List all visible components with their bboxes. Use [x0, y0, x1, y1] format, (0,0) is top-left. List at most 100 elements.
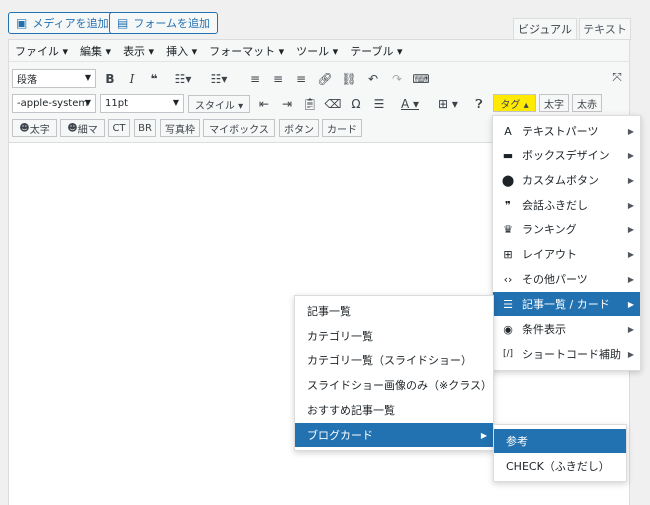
- clear-format-icon[interactable]: ⌫: [325, 95, 342, 113]
- blog-card-label: 参考: [506, 435, 528, 448]
- eye-icon: ◉: [503, 322, 513, 336]
- menu-table[interactable]: テーブル ▾: [350, 43, 402, 59]
- tag-menu: A テキストパーツ ▶ ▬ ボックスデザイン ▶ ⬤ カスタムボタン ▶ ❞ 会…: [492, 115, 641, 371]
- menu-format[interactable]: フォーマット ▾: [209, 43, 284, 59]
- bold-marker-button[interactable]: ☻ 太字: [12, 119, 57, 137]
- font-size-value: 11pt: [105, 98, 128, 109]
- my-box-label: マイボックス: [209, 124, 269, 136]
- box-icon: ▬: [502, 148, 514, 162]
- menu-view[interactable]: 表示 ▾: [123, 43, 154, 59]
- media-icon: ▣: [16, 16, 28, 30]
- chevron-down-icon: ▼: [84, 73, 91, 82]
- menubar: ファイル ▾ 編集 ▾ 表示 ▾ 挿入 ▾ フォーマット ▾ ツール ▾ テーブ…: [9, 40, 629, 62]
- add-media-label: メディアを追加: [32, 17, 109, 30]
- align-left-icon[interactable]: ≡: [247, 70, 263, 88]
- keyboard-icon[interactable]: ⌨: [412, 70, 429, 88]
- card-button[interactable]: カード: [322, 119, 362, 137]
- menu-file[interactable]: ファイル ▾: [15, 43, 68, 59]
- thin-marker-label: 細マ: [77, 124, 98, 136]
- submenu-item-recommended[interactable]: おすすめ記事一覧: [295, 398, 493, 422]
- bold-icon[interactable]: B: [102, 70, 118, 88]
- horizontal-line-icon[interactable]: ☰: [371, 95, 387, 113]
- tag-menu-label: その他パーツ: [522, 273, 588, 286]
- button-insert-button[interactable]: ボタン: [279, 119, 319, 137]
- thin-marker-button[interactable]: ☻ 細マ: [60, 119, 105, 137]
- tag-menu-item-ranking[interactable]: ♛ ランキング ▶: [493, 217, 640, 241]
- tag-menu-item-other-parts[interactable]: ‹› その他パーツ ▶: [493, 267, 640, 291]
- menu-tools[interactable]: ツール ▾: [296, 43, 338, 59]
- paste-text-icon[interactable]: 📋︎: [302, 95, 318, 113]
- tag-menu-item-layout[interactable]: ⊞ レイアウト ▶: [493, 242, 640, 266]
- submenu-item-article-list[interactable]: 記事一覧: [295, 299, 493, 323]
- font-family-select[interactable]: -apple-system ▼: [12, 94, 96, 113]
- tag-menu-label: ランキング: [522, 223, 577, 236]
- blog-card-item-reference[interactable]: 参考: [494, 429, 626, 453]
- chevron-right-icon: ▶: [627, 224, 634, 234]
- article-list-submenu: 記事一覧 カテゴリ一覧 カテゴリ一覧（スライドショー） スライドショー画像のみ（…: [294, 295, 494, 451]
- style-button[interactable]: スタイル ▾: [188, 95, 250, 113]
- tag-menu-label: レイアウト: [522, 248, 577, 261]
- submenu-label: 記事一覧: [307, 305, 351, 318]
- chevron-right-icon: ▶: [480, 430, 487, 440]
- chevron-right-icon: ▶: [627, 200, 634, 210]
- link-icon[interactable]: 🔗︎: [317, 70, 333, 88]
- tag-button[interactable]: タグ ▴: [493, 94, 536, 112]
- tag-menu-label: ボックスデザイン: [522, 149, 610, 162]
- submenu-label: カテゴリ一覧: [307, 330, 373, 343]
- text-color-icon[interactable]: A ▾: [395, 95, 425, 113]
- bullet-list-icon[interactable]: ☷▾: [169, 70, 197, 88]
- tag-menu-item-speech-bubble[interactable]: ❞ 会話ふきだし ▶: [493, 193, 640, 217]
- tab-visual[interactable]: ビジュアル: [513, 18, 577, 40]
- br-button[interactable]: BR: [134, 119, 156, 137]
- my-box-button[interactable]: マイボックス: [203, 119, 275, 137]
- ct-button[interactable]: CT: [108, 119, 130, 137]
- bold-tag-button[interactable]: 太字: [539, 94, 569, 112]
- submenu-item-blog-card[interactable]: ブログカード ▶: [295, 423, 493, 447]
- submenu-item-category-list[interactable]: カテゴリ一覧: [295, 324, 493, 348]
- tag-menu-item-article-list-card[interactable]: ☰ 記事一覧 / カード ▶: [493, 292, 640, 316]
- submenu-item-slideshow-images[interactable]: スライドショー画像のみ（※クラス）: [295, 373, 493, 397]
- italic-icon[interactable]: I: [124, 70, 140, 88]
- blog-card-item-check[interactable]: CHECK（ふきだし）: [494, 454, 626, 478]
- submenu-label: おすすめ記事一覧: [307, 404, 395, 417]
- fullscreen-icon[interactable]: ⤧: [609, 68, 625, 86]
- add-form-label: フォームを追加: [133, 17, 211, 30]
- tag-button-label: タグ ▴: [500, 99, 529, 111]
- card-label: カード: [327, 124, 357, 136]
- add-form-button[interactable]: ▤ フォームを追加: [109, 12, 219, 34]
- toggle-icon: ⬤: [501, 173, 515, 187]
- outdent-icon[interactable]: ⇥: [279, 95, 295, 113]
- font-size-select[interactable]: 11pt ▼: [100, 94, 184, 113]
- table-icon[interactable]: ⊞ ▾: [433, 95, 463, 113]
- photo-frame-button[interactable]: 写真枠: [160, 119, 200, 137]
- tag-menu-item-shortcode-helper[interactable]: [/] ショートコード補助 ▶: [493, 342, 640, 366]
- tag-menu-item-text-parts[interactable]: A テキストパーツ ▶: [493, 119, 640, 143]
- tag-menu-label: 記事一覧 / カード: [522, 298, 610, 311]
- help-icon[interactable]: ❓︎: [471, 95, 487, 113]
- format-select[interactable]: 段落 ▼: [12, 69, 96, 88]
- indent-icon[interactable]: ⇤: [256, 95, 272, 113]
- unlink-icon[interactable]: ⛓︎: [341, 70, 357, 88]
- tag-menu-item-box-design[interactable]: ▬ ボックスデザイン ▶: [493, 143, 640, 167]
- redo-icon[interactable]: ↷: [389, 70, 405, 88]
- blockquote-icon[interactable]: ❝: [146, 70, 162, 88]
- tag-menu-item-conditional-display[interactable]: ◉ 条件表示 ▶: [493, 317, 640, 341]
- menu-insert[interactable]: 挿入 ▾: [166, 43, 197, 59]
- align-center-icon[interactable]: ≡: [270, 70, 286, 88]
- tab-text[interactable]: テキスト: [579, 18, 631, 40]
- br-label: BR: [138, 122, 152, 134]
- align-right-icon[interactable]: ≡: [293, 70, 309, 88]
- submenu-label: カテゴリ一覧（スライドショー）: [307, 354, 472, 367]
- undo-icon[interactable]: ↶: [365, 70, 381, 88]
- add-media-button[interactable]: ▣ メディアを追加: [8, 12, 117, 34]
- bold-red-tag-button[interactable]: 太赤: [572, 94, 602, 112]
- tag-menu-item-custom-button[interactable]: ⬤ カスタムボタン ▶: [493, 168, 640, 192]
- tag-menu-label: 会話ふきだし: [522, 199, 588, 212]
- menu-edit[interactable]: 編集 ▾: [80, 43, 111, 59]
- numbered-list-icon[interactable]: ☷▾: [205, 70, 233, 88]
- person-icon: ☻: [19, 122, 30, 134]
- submenu-item-category-slideshow[interactable]: カテゴリ一覧（スライドショー）: [295, 348, 493, 372]
- special-char-icon[interactable]: Ω: [348, 95, 364, 113]
- letter-a-icon: A: [504, 124, 512, 138]
- chevron-right-icon: ▶: [627, 126, 634, 136]
